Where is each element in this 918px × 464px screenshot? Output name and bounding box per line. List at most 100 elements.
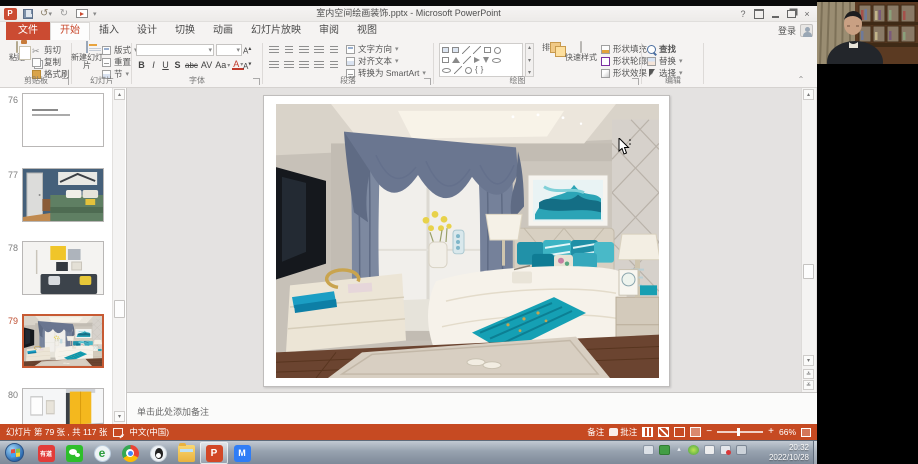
notes-pane[interactable]: 单击此处添加备注 — [127, 392, 817, 424]
zoom-slider[interactable] — [717, 431, 763, 433]
copy-button[interactable]: 复制 — [32, 56, 70, 68]
font-dialog-launcher-icon[interactable] — [253, 78, 260, 85]
taskbar-wechat[interactable] — [60, 442, 88, 464]
change-case-button[interactable]: Aa — [214, 59, 231, 71]
tray-expand-icon[interactable]: ▴ — [675, 445, 683, 455]
reading-view-icon[interactable] — [674, 427, 685, 437]
align-left-icon[interactable] — [267, 59, 281, 71]
tab-insert[interactable]: 插入 — [90, 22, 128, 40]
strikethrough-button[interactable]: abc — [184, 59, 199, 71]
slide-79-thumbnail[interactable] — [22, 314, 104, 368]
decrease-indent-icon[interactable] — [297, 44, 311, 56]
tab-review[interactable]: 审阅 — [310, 22, 348, 40]
slide-photo-bedroom[interactable] — [276, 104, 659, 378]
taskbar-youdao[interactable]: 有道 — [32, 442, 60, 464]
new-slide-button[interactable]: 新建幻灯片 — [71, 42, 103, 70]
shrink-font-icon[interactable]: A▾ — [243, 62, 251, 71]
clipboard-dialog-launcher-icon[interactable] — [62, 78, 69, 85]
paste-button[interactable]: 粘贴 — [2, 42, 32, 62]
taskbar-powerpoint-active[interactable] — [200, 442, 228, 464]
grow-font-icon[interactable]: A▴ — [243, 45, 251, 56]
increase-indent-icon[interactable] — [312, 44, 326, 56]
current-slide-canvas[interactable] — [263, 95, 670, 387]
find-button[interactable]: 查找 — [647, 43, 683, 55]
taskbar-meeting-app[interactable] — [228, 442, 256, 464]
font-size-input[interactable] — [216, 44, 242, 56]
scroll-down-icon[interactable]: ▾ — [803, 355, 814, 366]
cut-button[interactable]: 剪切 — [32, 44, 70, 56]
tab-design[interactable]: 设计 — [128, 22, 166, 40]
tab-file[interactable]: 文件 — [6, 22, 50, 40]
ribbon-options-button[interactable] — [751, 6, 767, 21]
restore-button[interactable] — [783, 6, 799, 21]
quick-styles-button[interactable]: 快速样式 — [563, 42, 599, 62]
taskbar-browser[interactable] — [88, 442, 116, 464]
panel-scrollbar[interactable]: ▴ ▾ — [112, 88, 125, 424]
bold-button[interactable]: B — [136, 59, 147, 71]
language-indicator[interactable]: 中文(中国) — [129, 426, 169, 438]
italic-button[interactable]: I — [148, 59, 159, 71]
clipboard-tray-icon[interactable] — [704, 445, 715, 455]
slideshow-view-icon[interactable] — [690, 427, 701, 437]
zoom-in-icon[interactable]: + — [768, 427, 774, 437]
justify-icon[interactable] — [312, 59, 326, 71]
drawing-dialog-launcher-icon[interactable] — [632, 78, 639, 85]
comments-toggle[interactable]: 批注 — [609, 426, 637, 438]
battery-tray-icon[interactable] — [659, 445, 670, 455]
collapse-ribbon-icon[interactable]: ⌃ — [795, 74, 807, 84]
underline-button[interactable]: U — [160, 59, 171, 71]
zoom-out-icon[interactable]: − — [706, 427, 712, 437]
zoom-slider-thumb[interactable] — [737, 428, 740, 436]
columns-icon[interactable] — [327, 59, 341, 71]
notes-placeholder[interactable]: 单击此处添加备注 — [137, 405, 209, 418]
sign-in[interactable]: 登录 — [778, 24, 813, 37]
align-text-button[interactable]: 对齐文本▾ — [346, 55, 426, 67]
shapes-gallery-scroll[interactable]: ▴▾▾ — [525, 43, 534, 77]
align-center-icon[interactable] — [282, 59, 296, 71]
taskbar-chrome[interactable] — [116, 442, 144, 464]
antivirus-tray-icon[interactable] — [688, 445, 699, 455]
taskbar-clock[interactable]: 20:32 2022/10/28 — [769, 443, 809, 463]
character-spacing-button[interactable]: AV — [200, 59, 213, 71]
taskbar-qq[interactable] — [144, 442, 172, 464]
tab-view[interactable]: 视图 — [348, 22, 386, 40]
close-button[interactable]: × — [799, 6, 815, 21]
slide-sorter-view-icon[interactable] — [658, 427, 669, 437]
text-shadow-button[interactable]: S — [172, 59, 183, 71]
slide-77-thumbnail[interactable] — [22, 168, 104, 222]
panel-scroll-thumb[interactable] — [114, 300, 125, 318]
line-spacing-icon[interactable] — [327, 44, 341, 56]
shapes-gallery[interactable]: { } — [439, 43, 523, 77]
tab-animations[interactable]: 动画 — [204, 22, 242, 40]
zoom-percentage[interactable]: 66% — [779, 427, 796, 437]
arrange-button[interactable]: 排列 — [537, 42, 563, 52]
normal-view-icon[interactable] — [642, 427, 653, 437]
tab-home[interactable]: 开始 — [50, 22, 90, 40]
text-direction-button[interactable]: 文字方向▾ — [346, 43, 426, 55]
numbering-icon[interactable] — [282, 44, 296, 56]
action-center-tray-icon[interactable] — [720, 445, 731, 455]
printer-tray-icon[interactable] — [736, 445, 747, 455]
slide-76-thumbnail[interactable] — [22, 93, 104, 147]
panel-scroll-down-icon[interactable]: ▾ — [114, 411, 125, 422]
previous-slide-icon[interactable]: ≛ — [803, 369, 814, 379]
windows-start-button[interactable] — [5, 443, 24, 462]
minimize-button[interactable] — [767, 6, 783, 21]
slide-80-thumbnail[interactable] — [22, 388, 104, 424]
notes-toggle[interactable]: 备注 — [587, 426, 604, 438]
slide-78-thumbnail[interactable] — [22, 241, 104, 295]
taskbar-file-explorer[interactable] — [172, 442, 200, 464]
keyboard-tray-icon[interactable] — [643, 445, 654, 455]
panel-scroll-up-icon[interactable]: ▴ — [114, 89, 125, 100]
editor-scrollbar[interactable]: ▴ ▾ ≛ ≚ — [801, 88, 816, 392]
next-slide-icon[interactable]: ≚ — [803, 380, 814, 390]
align-right-icon[interactable] — [297, 59, 311, 71]
fit-slide-to-window-icon[interactable] — [801, 428, 811, 437]
bullets-icon[interactable] — [267, 44, 281, 56]
replace-button[interactable]: 替换▾ — [647, 55, 683, 67]
tab-slideshow[interactable]: 幻灯片放映 — [242, 22, 310, 40]
scroll-up-icon[interactable]: ▴ — [803, 89, 814, 100]
tab-transitions[interactable]: 切换 — [166, 22, 204, 40]
scroll-thumb[interactable] — [803, 264, 814, 279]
font-name-input[interactable] — [136, 44, 214, 56]
